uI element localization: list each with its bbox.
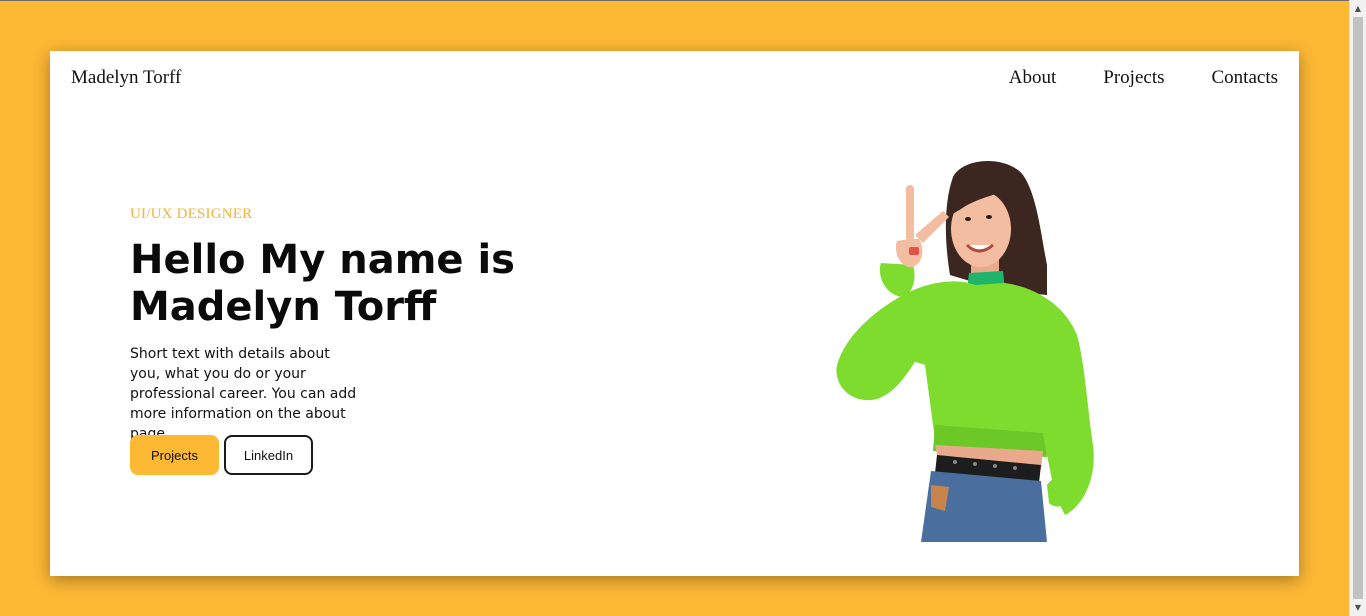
nav-link-about[interactable]: About [1009, 67, 1057, 89]
nav-link-contacts[interactable]: Contacts [1212, 67, 1279, 89]
scroll-up-arrow-icon[interactable]: ▲ [1350, 0, 1366, 17]
nav-link-projects[interactable]: Projects [1103, 67, 1164, 89]
scroll-down-arrow-icon[interactable]: ▼ [1350, 599, 1366, 616]
role-eyebrow: UI/UX DESIGNER [130, 206, 253, 222]
headline-line-1: Hello My name is [130, 237, 515, 283]
portrait-photo [836, 160, 1094, 542]
page-card: Madelyn Torff About Projects Contacts UI… [50, 51, 1299, 576]
brand-logo-text[interactable]: Madelyn Torff [71, 67, 181, 89]
projects-button[interactable]: Projects [130, 435, 219, 475]
main-nav: About Projects Contacts [962, 67, 1278, 89]
headline-line-2: Madelyn Torff [130, 284, 437, 330]
hero-description: Short text with details about you, what … [130, 346, 357, 442]
linkedin-button[interactable]: LinkedIn [224, 435, 313, 475]
page-scrollbar[interactable]: ▲ ▼ [1349, 0, 1366, 616]
scroll-thumb[interactable] [1353, 17, 1363, 599]
hero-headline: Hello My name is Madelyn Torff [130, 237, 590, 331]
window-top-border [0, 0, 1366, 1]
